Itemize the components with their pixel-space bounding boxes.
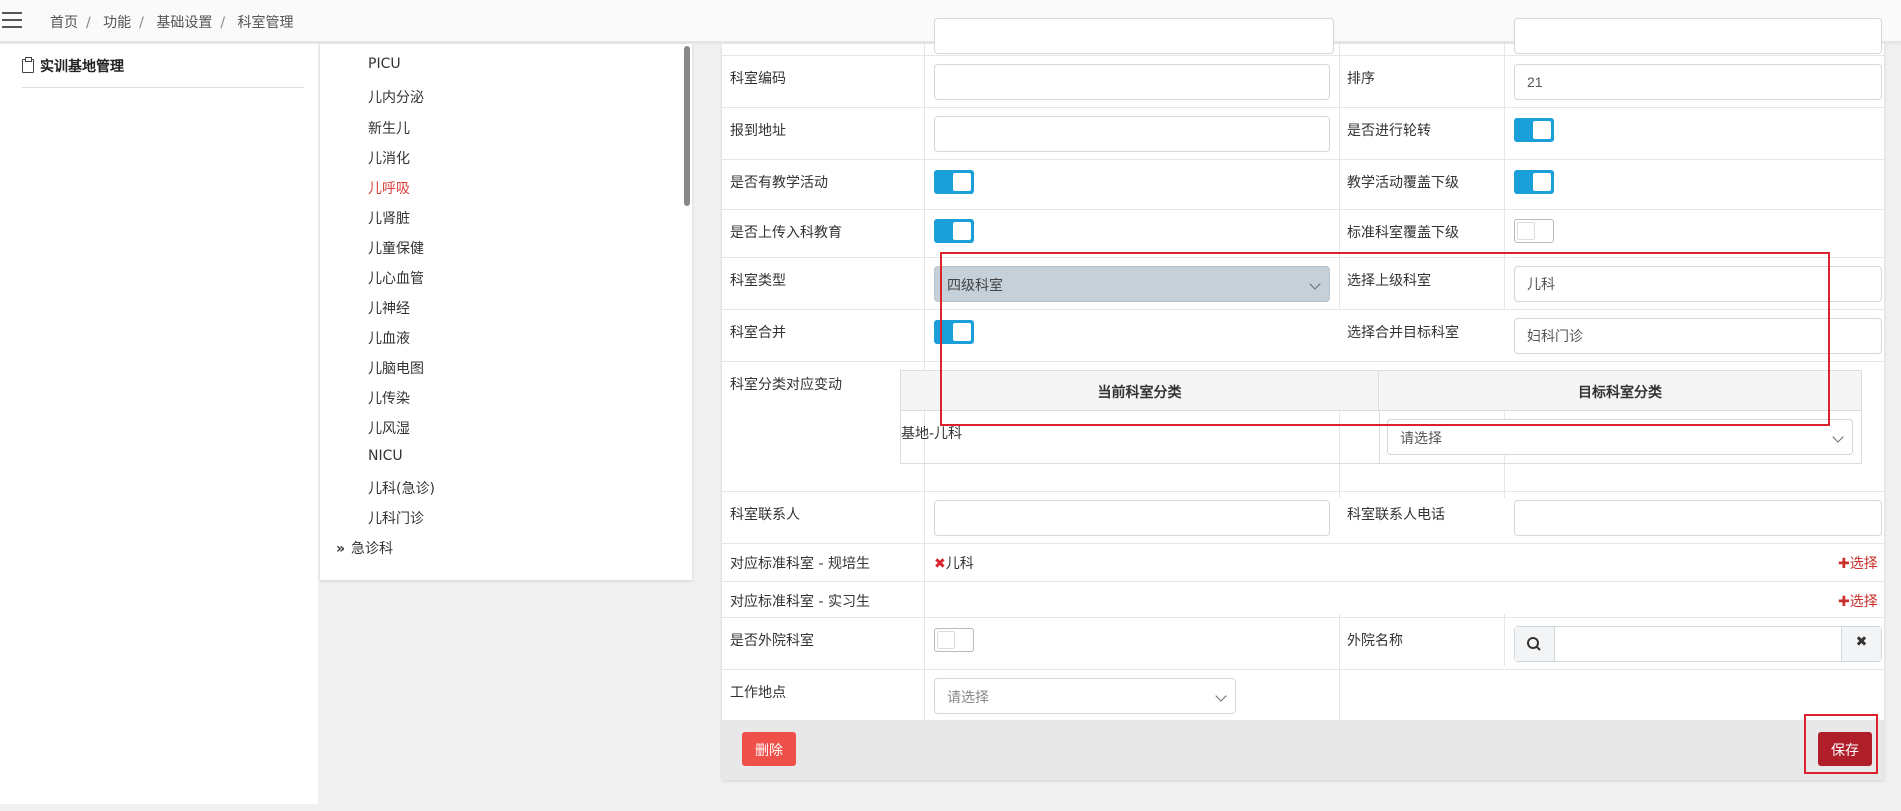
double-chevron-right-icon: »: [336, 541, 346, 557]
upload-toggle[interactable]: [934, 219, 974, 243]
teaching-toggle[interactable]: [934, 170, 974, 194]
tree-item[interactable]: 儿内分泌: [368, 87, 424, 107]
dept-code-input[interactable]: [934, 64, 1330, 100]
form-row: 科室编码 排序: [722, 56, 1884, 108]
select-intern-link[interactable]: ✚选择: [1838, 591, 1878, 611]
sort-input[interactable]: [1514, 64, 1882, 100]
std-resident-label: 对应标准科室 - 规培生: [730, 556, 870, 572]
delete-button[interactable]: 删除: [742, 732, 796, 766]
partial-input[interactable]: [1514, 18, 1882, 54]
std-intern-label: 对应标准科室 - 实习生: [730, 594, 870, 610]
clear-icon[interactable]: ✖: [1841, 627, 1881, 661]
work-place-label: 工作地点: [730, 685, 786, 701]
plus-icon: ✚: [1838, 594, 1850, 610]
work-place-select[interactable]: 请选择: [934, 678, 1236, 714]
breadcrumb-function[interactable]: 功能: [103, 15, 131, 31]
select-link-label: 选择: [1849, 556, 1878, 572]
breadcrumb: 首页 / 功能 / 基础设置 / 科室管理: [50, 15, 294, 31]
contact-phone-label: 科室联系人电话: [1347, 507, 1445, 523]
sort-label: 排序: [1347, 71, 1375, 87]
tree-item[interactable]: 儿消化: [368, 148, 410, 168]
tree-scrollbar[interactable]: [684, 46, 690, 206]
hamburger-menu-icon[interactable]: [2, 12, 22, 30]
department-form: 科室编码 排序 报到地址 是否进行轮转 是否有教学活动 教学活动覆盖下级 是否上…: [722, 18, 1884, 780]
merge-label: 科室合并: [730, 325, 786, 341]
category-change-label: 科室分类对应变动: [730, 377, 842, 393]
dept-type-label: 科室类型: [730, 273, 786, 289]
tree-item[interactable]: NICU: [368, 448, 403, 464]
form-row-partial: [722, 18, 1884, 56]
tree-item[interactable]: 儿脑电图: [368, 358, 424, 378]
sidebar: 实训基地管理: [0, 44, 318, 804]
sidebar-title-label: 实训基地管理: [40, 59, 124, 75]
rotation-toggle[interactable]: [1514, 118, 1554, 142]
std-cover-toggle[interactable]: [1514, 219, 1554, 243]
tree-item[interactable]: 儿传染: [368, 388, 410, 408]
highlight-box: [1804, 714, 1878, 774]
external-name-input[interactable]: [1557, 629, 1837, 659]
tree-group-label: 急诊科: [351, 541, 394, 557]
form-row: 科室联系人 科室联系人电话: [722, 492, 1884, 544]
tree-item[interactable]: 新生儿: [368, 118, 410, 138]
clipboard-icon: [22, 57, 34, 73]
form-row: 对应标准科室 - 规培生 ✖儿科 ✚选择: [722, 544, 1884, 582]
teaching-cover-label: 教学活动覆盖下级: [1347, 175, 1459, 191]
remove-x-icon[interactable]: ✖: [934, 556, 946, 572]
tree-item[interactable]: 儿神经: [368, 298, 410, 318]
select-resident-link[interactable]: ✚选择: [1838, 553, 1878, 573]
highlight-box: [940, 252, 1830, 426]
form-row: 是否外院科室 外院名称 ✖: [722, 618, 1884, 670]
chevron-down-icon: [1832, 431, 1844, 443]
select-link-label: 选择: [1849, 594, 1878, 610]
sidebar-item-training-base[interactable]: 实训基地管理: [22, 56, 304, 88]
external-toggle[interactable]: [934, 628, 974, 652]
breadcrumb-current: 科室管理: [237, 15, 294, 31]
form-row: 报到地址 是否进行轮转: [722, 108, 1884, 160]
external-label: 是否外院科室: [730, 633, 814, 649]
tree-item[interactable]: 儿血液: [368, 328, 410, 348]
tree-item[interactable]: 儿童保健: [368, 238, 424, 258]
std-cover-label: 标准科室覆盖下级: [1347, 225, 1459, 241]
upload-label: 是否上传入科教育: [730, 225, 842, 241]
work-place-value: 请选择: [947, 690, 989, 706]
tree-item[interactable]: 儿肾脏: [368, 208, 410, 228]
contact-phone-input[interactable]: [1514, 500, 1882, 536]
tree-item[interactable]: 儿心血管: [368, 268, 424, 288]
teaching-label: 是否有教学活动: [730, 175, 828, 191]
std-resident-tag-label: 儿科: [945, 556, 974, 572]
form-footer: 删除 保存: [722, 720, 1884, 780]
tree-item[interactable]: 儿科门诊: [368, 508, 424, 528]
breadcrumb-home[interactable]: 首页: [50, 15, 78, 31]
contact-input[interactable]: [934, 500, 1330, 536]
teaching-cover-toggle[interactable]: [1514, 170, 1554, 194]
current-category-value: 基地-儿科: [901, 426, 963, 442]
dept-code-label: 科室编码: [730, 71, 786, 87]
std-resident-tag: ✖儿科: [934, 553, 974, 573]
address-label: 报到地址: [730, 123, 786, 139]
form-row: 对应标准科室 - 实习生 ✚选择: [722, 582, 1884, 618]
partial-input[interactable]: [934, 18, 1334, 54]
tree-item[interactable]: 儿科(急诊): [368, 478, 435, 498]
tree-group-emergency[interactable]: » 急诊科: [336, 538, 393, 558]
department-tree: PICU 儿内分泌 新生儿 儿消化 儿呼吸 儿肾脏 儿童保健 儿心血管 儿神经 …: [320, 44, 692, 580]
external-name-group: ✖: [1514, 626, 1882, 662]
address-input[interactable]: [934, 116, 1330, 152]
search-icon[interactable]: [1515, 627, 1555, 661]
form-row: 是否上传入科教育 标准科室覆盖下级: [722, 210, 1884, 258]
form-row: 工作地点 请选择: [722, 670, 1884, 720]
breadcrumb-basic-settings[interactable]: 基础设置: [156, 15, 212, 31]
plus-icon: ✚: [1838, 556, 1850, 572]
tree-item[interactable]: PICU: [368, 56, 401, 72]
external-name-label: 外院名称: [1347, 633, 1403, 649]
tree-item[interactable]: 儿风湿: [368, 418, 410, 438]
rotation-label: 是否进行轮转: [1347, 123, 1431, 139]
form-row: 是否有教学活动 教学活动覆盖下级: [722, 160, 1884, 210]
chevron-down-icon: [1215, 690, 1227, 702]
contact-label: 科室联系人: [730, 507, 800, 523]
target-category-value: 请选择: [1400, 431, 1442, 447]
tree-item-active[interactable]: 儿呼吸: [368, 178, 410, 198]
